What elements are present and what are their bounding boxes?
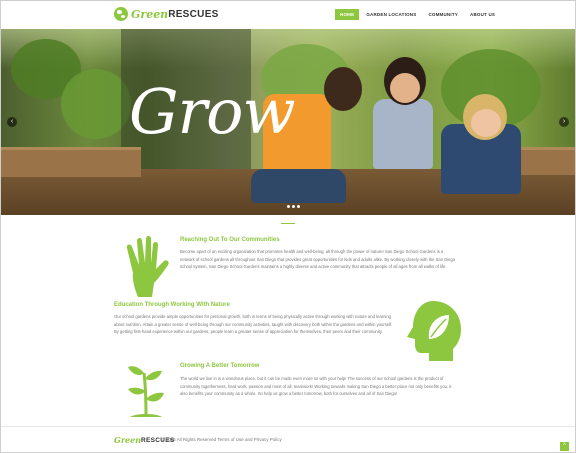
chevron-right-icon[interactable]: › [559,117,569,127]
hero-slider[interactable]: Grow ‹ › [1,29,575,215]
arrow-up-icon[interactable]: ^ [560,442,569,451]
site-header: Green RESCUES HOME GARDEN LOCATIONS COMM… [1,1,575,28]
slider-dots [287,205,302,208]
section-title: Growing A Better Tomorrow [180,363,260,369]
section-title: Education Through Working With Nature [114,302,230,308]
nav-item-community[interactable]: COMMUNITY [423,9,463,20]
nav-item-home[interactable]: HOME [335,9,360,20]
globe-icon [114,7,128,21]
section-divider [281,223,295,224]
main-nav: HOME GARDEN LOCATIONS COMMUNITY ABOUT US [335,9,502,20]
section-text: Our school gardens provide ample opportu… [114,314,393,334]
section-title: Reaching Out To Our Communities [180,237,280,243]
site-logo[interactable]: Green RESCUES [114,6,219,22]
plant-icon [128,366,164,418]
logo-text-green: Green [114,435,142,445]
garden-bed [1,147,141,177]
logo-text-green: Green [131,7,169,21]
page: Green RESCUES HOME GARDEN LOCATIONS COMM… [0,0,576,453]
slider-dot[interactable] [292,205,295,208]
footer-copyright: © 2015 All Rights Reserved Terms of Use … [161,437,282,442]
slider-dot[interactable] [297,205,300,208]
section-text: Become apart of an exciting organization… [180,249,456,269]
slider-dot[interactable] [287,205,290,208]
logo-text-rescues: RESCUES [168,8,219,20]
hero-headline: Grow [129,75,296,148]
chevron-left-icon[interactable]: ‹ [7,117,17,127]
head-leaf-icon [407,301,461,361]
site-footer: Green RESCUES © 2015 All Rights Reserved… [1,426,575,452]
section-text: The world we live in is a wondrous place… [180,376,452,396]
nav-item-about-us[interactable]: ABOUT US [465,9,500,20]
nav-item-garden-locations[interactable]: GARDEN LOCATIONS [361,9,421,20]
hand-icon [126,236,169,297]
